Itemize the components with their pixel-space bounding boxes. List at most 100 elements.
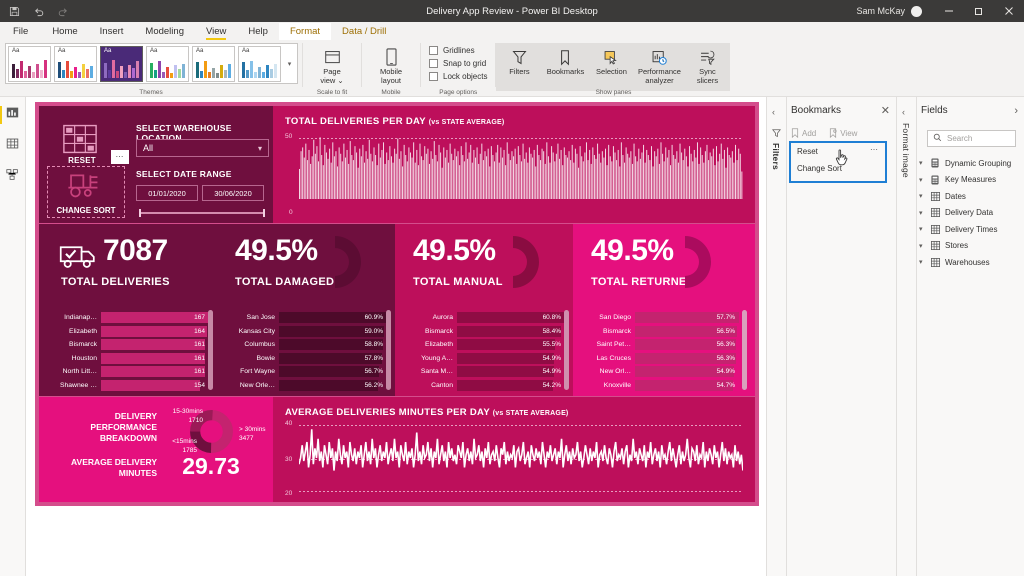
chevron-down-icon[interactable]: ▾ <box>919 225 926 233</box>
list-item[interactable]: Bismarck 161 <box>49 339 209 351</box>
menu-item-file[interactable]: File <box>0 26 41 40</box>
minimize-button[interactable] <box>934 0 964 22</box>
format-image-pane-tab[interactable]: Format image <box>901 123 911 178</box>
selection-pane-button[interactable]: Selection <box>588 43 634 91</box>
list-scrollbar[interactable] <box>208 310 213 390</box>
list-item[interactable]: Canton 54.2% <box>405 379 565 391</box>
list-item[interactable]: San Jose 60.9% <box>227 312 387 323</box>
field-item-delivery-data[interactable]: ▾ Delivery Data <box>919 205 1020 222</box>
kpi-card-total-deliveries[interactable]: 7087 TOTAL DELIVERIES Indianap… 167 Eliza… <box>39 224 217 396</box>
theme-swatch-5[interactable]: Aa <box>238 45 281 82</box>
field-item-stores[interactable]: ▾ Stores <box>919 238 1020 255</box>
theme-swatch-1[interactable]: Aa <box>54 45 97 82</box>
chevron-down-icon[interactable]: ▾ <box>919 176 926 184</box>
chevron-down-icon[interactable]: ▾ <box>919 192 926 200</box>
bookmark-more-options-icon[interactable]: ⋯ <box>870 145 879 154</box>
list-item[interactable]: Indianap… 167 <box>49 312 209 323</box>
list-item[interactable]: Shawnee … 154 <box>49 379 209 391</box>
checkbox-box[interactable] <box>429 46 438 55</box>
date-start-input[interactable]: 01/01/2020 <box>136 185 198 201</box>
close-icon[interactable]: ✕ <box>881 105 890 116</box>
list-item[interactable]: San Diego 57.7% <box>583 312 739 323</box>
list-scrollbar[interactable] <box>386 310 391 390</box>
list-item[interactable]: Young A… 54.9% <box>405 352 565 364</box>
menu-item-view[interactable]: View <box>195 26 237 40</box>
checkbox-snap-to-grid[interactable]: Snap to grid <box>429 59 487 68</box>
checkbox-box[interactable] <box>429 59 438 68</box>
add-bookmark-button[interactable]: Add <box>791 128 816 138</box>
list-item[interactable]: Elizabeth 55.5% <box>405 339 565 351</box>
kpi-card-total-damaged[interactable]: 49.5% TOTAL DAMAGED San Jose 60.9% Kansas… <box>217 224 395 396</box>
menu-item-data-drill[interactable]: Data / Drill <box>331 23 398 40</box>
chevron-down-icon[interactable]: ▾ <box>919 258 926 266</box>
chevron-left-icon[interactable]: ‹ <box>902 107 905 117</box>
data-view-button[interactable] <box>0 137 26 155</box>
menu-item-help[interactable]: Help <box>237 26 279 40</box>
field-item-delivery-times[interactable]: ▾ Delivery Times <box>919 221 1020 238</box>
avatar[interactable] <box>911 5 922 17</box>
list-item[interactable]: Bismarck 56.5% <box>583 325 739 337</box>
user-name[interactable]: Sam McKay <box>856 6 905 16</box>
date-end-input[interactable]: 30/06/2020 <box>202 185 264 201</box>
performance-analyzer-button[interactable]: Performance analyzer <box>634 43 684 91</box>
warehouse-dropdown[interactable]: All ▾ <box>136 139 269 157</box>
theme-swatch-0[interactable]: Aa <box>8 45 51 82</box>
model-view-button[interactable] <box>0 168 26 186</box>
kpi-card-total-manual[interactable]: 49.5% TOTAL MANUAL Aurora 60.8% Bismarck 5… <box>395 224 573 396</box>
theme-swatch-4[interactable]: Aa <box>192 45 235 82</box>
checkbox-lock-objects[interactable]: Lock objects <box>429 72 487 81</box>
slider-handle-right[interactable] <box>263 209 265 217</box>
list-item[interactable]: New Orl… 54.9% <box>583 366 739 378</box>
slider-handle-left[interactable] <box>139 209 141 217</box>
field-item-warehouses[interactable]: ▾ Warehouses <box>919 254 1020 271</box>
chevron-right-icon[interactable]: › <box>1014 105 1018 116</box>
list-item[interactable]: Fort Wayne 56.7% <box>227 366 387 378</box>
menu-item-modeling[interactable]: Modeling <box>134 26 195 40</box>
menu-item-home[interactable]: Home <box>41 26 88 40</box>
change-sort-button[interactable]: CHANGE SORT <box>47 166 125 218</box>
list-scrollbar[interactable] <box>564 310 569 390</box>
bookmarks-pane-button[interactable]: Bookmarks <box>542 43 588 91</box>
maximize-button[interactable] <box>964 0 994 22</box>
menu-item-format[interactable]: Format <box>278 23 332 40</box>
list-item[interactable]: Aurora 60.8% <box>405 312 565 323</box>
checkbox-gridlines[interactable]: Gridlines <box>429 46 487 55</box>
list-item[interactable]: Saint Pet… 56.3% <box>583 339 739 351</box>
list-item[interactable]: Bismarck 58.4% <box>405 325 565 337</box>
mobile-layout-button[interactable]: Mobile layout <box>368 43 414 85</box>
kpi-bar-list[interactable]: San Jose 60.9% Kansas City 59.0% Columbus 5… <box>227 312 387 391</box>
kpi-bar-list[interactable]: San Diego 57.7% Bismarck 56.5% Saint Pet… 5… <box>583 312 739 391</box>
field-item-dates[interactable]: ▾ Dates <box>919 188 1020 205</box>
checkbox-box[interactable] <box>429 72 438 81</box>
report-view-button[interactable] <box>0 106 26 124</box>
list-item[interactable]: New Orle… 56.2% <box>227 379 387 391</box>
kpi-bar-list[interactable]: Aurora 60.8% Bismarck 58.4% Elizabeth 55.5%… <box>405 312 565 391</box>
list-scrollbar[interactable] <box>742 310 747 390</box>
filters-pane-tab[interactable]: Filters <box>771 143 781 170</box>
theme-swatch-2-selected[interactable]: Aa <box>100 45 143 82</box>
list-item[interactable]: Kansas City 59.0% <box>227 325 387 337</box>
date-range-slider[interactable] <box>139 209 265 217</box>
average-minutes-chart[interactable]: AVERAGE DELIVERIES MINUTES PER DAY (vs S… <box>273 397 755 502</box>
undo-icon[interactable] <box>33 6 44 17</box>
chevron-down-icon[interactable]: ▾ <box>919 209 926 217</box>
chevron-left-icon[interactable]: ‹ <box>772 107 775 117</box>
total-deliveries-chart[interactable]: TOTAL DELIVERIES PER DAY (vs STATE AVERA… <box>273 106 755 223</box>
delivery-performance-visual[interactable]: DELIVERY PERFORMANCE BREAKDOWN AVERAGE D… <box>39 397 273 502</box>
list-item[interactable]: Santa M… 54.9% <box>405 366 565 378</box>
fields-search-input[interactable]: Search <box>927 130 1016 147</box>
filters-pane-button[interactable]: Filters <box>496 43 542 91</box>
field-item-dynamic-grouping[interactable]: ▾ Dynamic Grouping <box>919 155 1020 172</box>
themes-gallery[interactable]: Aa Aa Aa Aa Aa Aa ▾ <box>5 43 298 84</box>
chevron-down-icon[interactable]: ▾ <box>919 242 926 250</box>
visual-more-options-button[interactable]: ⋯ <box>111 150 129 164</box>
list-item[interactable]: North Litt… 161 <box>49 366 209 378</box>
report-canvas[interactable]: RESET ⋯ CHANGE SORT SELECT WAREHOUSE LOC… <box>26 97 766 576</box>
field-item-key-measures[interactable]: ▾ Key Measures <box>919 172 1020 189</box>
view-bookmark-button[interactable]: View <box>829 128 857 138</box>
save-icon[interactable] <box>9 6 20 17</box>
menu-item-insert[interactable]: Insert <box>89 26 135 40</box>
themes-gallery-dropdown[interactable]: ▾ <box>284 46 295 82</box>
kpi-card-total-returned[interactable]: 49.5% TOTAL RETURNED San Diego 57.7% Bism… <box>573 224 755 396</box>
chevron-down-icon[interactable]: ▾ <box>919 159 926 167</box>
